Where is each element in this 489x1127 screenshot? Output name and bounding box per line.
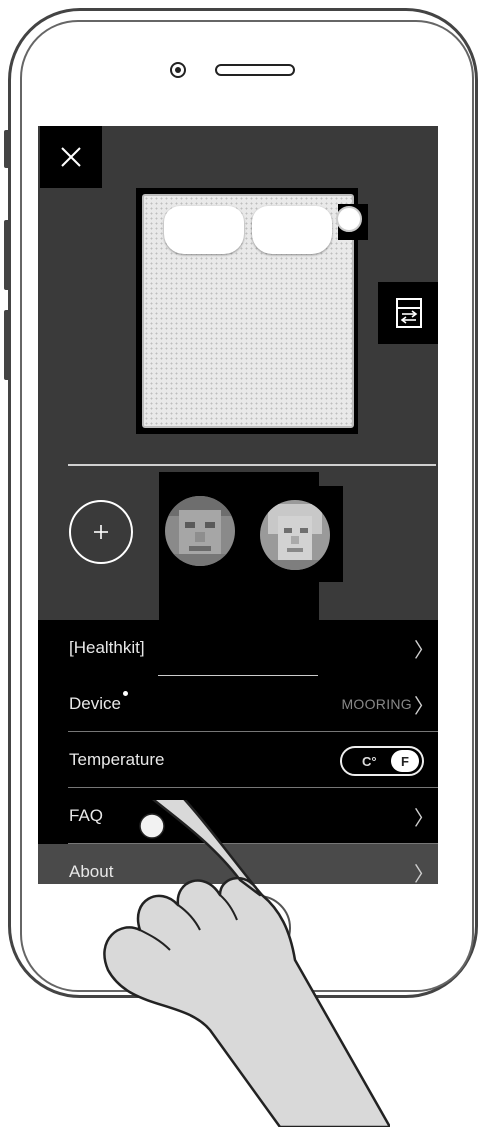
notification-dot-icon — [122, 691, 128, 696]
section-divider — [68, 464, 436, 466]
menu-item-label: [Healthkit] — [69, 638, 145, 657]
fahrenheit-option: F — [391, 750, 419, 772]
menu-item-label: Device — [69, 691, 128, 714]
pillow-left — [164, 206, 244, 254]
bed-illustration[interactable] — [142, 194, 354, 428]
phone-camera — [170, 62, 186, 78]
close-icon — [61, 147, 81, 167]
menu-item-device[interactable]: Device MOORING 〉 — [38, 676, 438, 732]
phone-side-button — [4, 130, 10, 168]
phone-speaker — [215, 64, 295, 76]
swap-sides-button[interactable] — [378, 282, 438, 344]
add-profile-button[interactable] — [69, 500, 133, 564]
menu-item-healthkit[interactable]: [Healthkit] 〉 — [38, 620, 438, 676]
bed-side-marker[interactable] — [336, 206, 362, 232]
chevron-right-icon: 〉 — [414, 695, 434, 718]
app-screen: [Healthkit] 〉 Device MOORING 〉 Temperatu… — [38, 126, 438, 884]
plus-icon — [94, 525, 108, 539]
close-button[interactable] — [40, 126, 102, 188]
menu-item-temperature: Temperature C° F — [38, 732, 438, 788]
phone-volume-down — [4, 310, 10, 380]
pointing-hand-illustration — [103, 800, 390, 1127]
chevron-right-icon: 〉 — [414, 639, 434, 662]
menu-item-label: Temperature — [69, 750, 165, 769]
swap-sides-icon — [396, 298, 422, 328]
temperature-unit-toggle[interactable]: C° F — [340, 746, 424, 776]
profile-avatar-1[interactable] — [165, 496, 235, 566]
avatar-photo-2 — [260, 500, 330, 570]
device-name-value: MOORING — [341, 696, 412, 712]
chevron-right-icon: 〉 — [414, 807, 434, 830]
pillow-right — [252, 206, 332, 254]
profile-avatar-2[interactable] — [260, 500, 330, 570]
avatar-photo-1 — [165, 496, 235, 566]
celsius-option: C° — [362, 753, 377, 769]
phone-volume-up — [4, 220, 10, 290]
chevron-right-icon: 〉 — [414, 863, 434, 885]
